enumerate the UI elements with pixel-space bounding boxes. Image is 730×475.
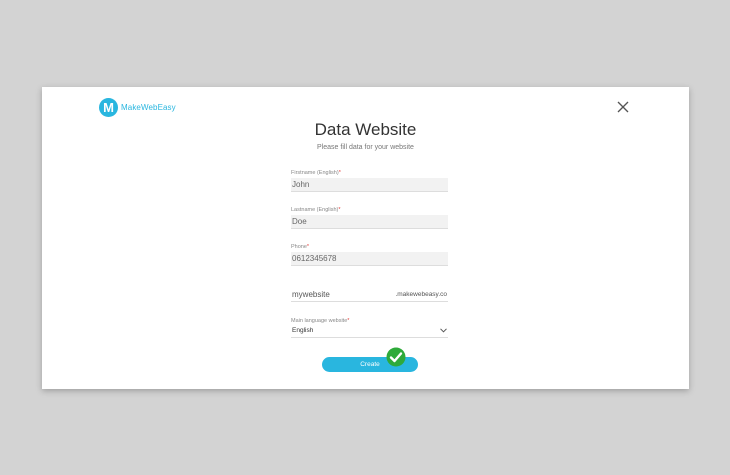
language-selected-value: English — [292, 327, 314, 334]
logo-mark-icon: M — [99, 98, 118, 117]
brand-name: MakeWebEasy — [121, 103, 176, 112]
phone-field: Phone* 0612345678 — [291, 244, 448, 266]
check-icon — [386, 347, 406, 367]
brand-logo[interactable]: M MakeWebEasy — [99, 98, 176, 117]
language-field: Main language website* English — [291, 318, 448, 338]
phone-input[interactable]: 0612345678 — [291, 252, 448, 266]
dialog-subtitle: Please fill data for your website — [317, 144, 414, 151]
language-select[interactable]: English — [291, 325, 448, 338]
close-icon[interactable] — [617, 101, 629, 113]
firstname-input[interactable]: John — [291, 178, 448, 192]
lastname-label: Lastname (English)* — [291, 207, 341, 213]
firstname-field: Firstname (English)* John — [291, 170, 448, 192]
language-label: Main language website* — [291, 318, 350, 324]
chevron-down-icon — [440, 328, 447, 333]
phone-label: Phone* — [291, 244, 310, 250]
firstname-label: Firstname (English)* — [291, 170, 341, 176]
data-website-dialog: M MakeWebEasy Data Website Please fill d… — [42, 87, 689, 389]
lastname-input[interactable]: Doe — [291, 215, 448, 229]
website-domain-input[interactable]: mywebsite .makewebeasy.co — [291, 288, 448, 302]
dialog-title: Data Website — [314, 120, 417, 139]
website-domain-suffix: .makewebeasy.co — [395, 291, 447, 298]
lastname-field: Lastname (English)* Doe — [291, 207, 448, 229]
website-name-value: mywebsite — [292, 290, 330, 299]
